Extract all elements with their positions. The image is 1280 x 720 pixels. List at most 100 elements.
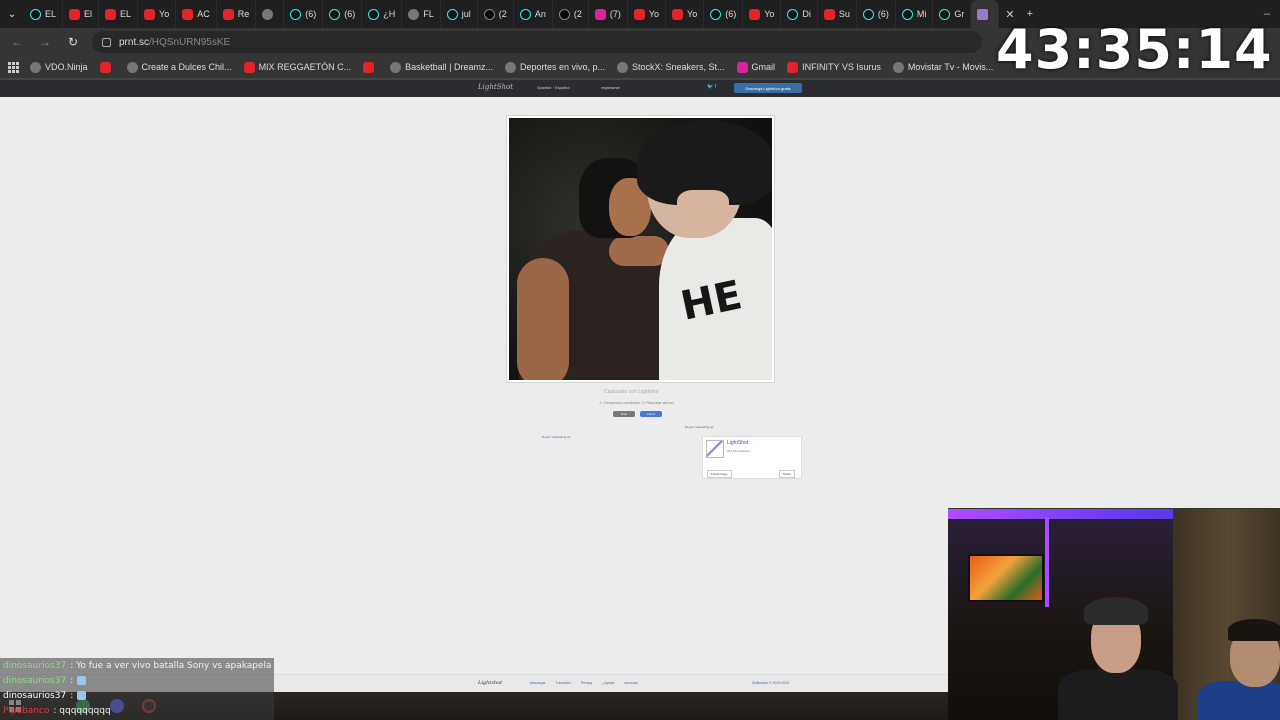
bookmark-item[interactable]: Deportes en vivo, p... [504, 61, 605, 73]
chat-emote-icon [77, 676, 87, 685]
photo-woman-shoulder [609, 236, 669, 266]
browser-tab[interactable]: (6) [323, 0, 363, 28]
browser-tab[interactable]: An [514, 0, 553, 28]
tab-label: El [84, 9, 93, 19]
chat-message: dinosaurios37: [0, 688, 274, 703]
youtube-icon [99, 61, 111, 73]
tab-label: AC [197, 9, 210, 19]
browser-tab[interactable]: (2 [553, 0, 589, 28]
browser-tab[interactable]: ¿H [362, 0, 403, 28]
tiktok-icon [446, 8, 458, 20]
browser-tab[interactable]: Yo [628, 0, 667, 28]
tiktok-icon [862, 8, 874, 20]
bookmark-label: Basketball | Dreamz... [405, 62, 493, 72]
browser-tab[interactable]: Gr [933, 0, 972, 28]
browser-tab[interactable]: EL [24, 0, 64, 28]
bookmark-item[interactable]: StockX: Sneakers, St... [617, 61, 725, 73]
footer-link[interactable]: ¿Ayuda [602, 681, 614, 685]
tab-search-icon[interactable]: ⌄ [0, 0, 24, 28]
tiktok-icon [787, 8, 799, 20]
bookmark-item[interactable]: Movistar Tv - Movis... [892, 61, 993, 73]
browser-tab[interactable] [256, 0, 285, 28]
chat-text: : qqqqqqqqq [53, 705, 111, 716]
youtube-icon [633, 8, 645, 20]
apps-icon[interactable] [8, 62, 19, 73]
fb-page-name[interactable]: LightShot [727, 440, 748, 446]
folder-icon [126, 61, 138, 73]
bookmark-item[interactable]: INFINITY VS Isurus [787, 61, 881, 73]
browser-tab[interactable]: Yo [743, 0, 782, 28]
language-select[interactable]: Spanish · Español [537, 85, 569, 90]
youtube-icon [222, 8, 234, 20]
tiktok-icon [30, 8, 41, 20]
report-links[interactable]: ⚠ Denunciar contenido ⚠ Reportar abuso [599, 400, 674, 405]
vdo-icon [30, 61, 41, 73]
browser-tab[interactable]: (6) [284, 0, 324, 28]
footer-link[interactable]: Tutoriales [556, 681, 571, 685]
tab-label: Re [237, 9, 250, 19]
stockx-icon [617, 61, 628, 73]
tiktok-icon [329, 8, 341, 20]
login-link[interactable]: registrarse [601, 85, 620, 90]
report-ad-link[interactable]: Report misleading ad [685, 425, 713, 429]
chat-text: : Yo fue a ver vivo batalla Sony vs apak… [70, 660, 274, 671]
browser-tab[interactable]: AC [176, 0, 217, 28]
footer-link[interactable]: Privacy [581, 681, 592, 685]
social-icons[interactable]: 🐦 f [707, 84, 716, 90]
browser-tab[interactable]: Di [781, 0, 818, 28]
browser-tab[interactable]: Mi [896, 0, 934, 28]
youtube-icon [105, 8, 117, 20]
share-button[interactable]: Share [779, 470, 796, 478]
bookmark-item[interactable] [363, 61, 378, 73]
bookmark-label: Deportes en vivo, p... [519, 62, 605, 72]
report-ad-link-2[interactable]: Report misleading ad [542, 435, 570, 439]
browser-tab[interactable]: FL [402, 0, 441, 28]
like-button[interactable]: Like 0 [640, 411, 662, 417]
browser-tab[interactable]: (6) [704, 0, 744, 28]
back-icon[interactable]: ← [8, 35, 26, 49]
browser-tab[interactable]: EL [99, 0, 139, 28]
bookmark-item[interactable]: Create a Dulces Chil... [126, 61, 232, 73]
browser-tab[interactable]: El [63, 0, 100, 28]
chat-emote-icon [77, 691, 87, 700]
bookmark-item[interactable] [99, 61, 115, 73]
browser-tab[interactable]: jul [441, 0, 478, 28]
gmail-icon [736, 61, 748, 73]
footer-link[interactable]: descargar [530, 681, 546, 685]
x-icon [558, 8, 570, 20]
background-tv [968, 554, 1044, 602]
bookmark-item[interactable]: MIX REGGAETÓN C... [243, 61, 351, 73]
site-info-icon[interactable] [102, 37, 111, 47]
url-text: prnt.sc/HQSnURN95sKE [119, 37, 230, 48]
bookmark-item[interactable]: VDO.Ninja [30, 61, 88, 73]
screenshot-image[interactable]: HE [509, 118, 772, 380]
follow-page-button[interactable]: Follow Page [707, 470, 732, 478]
lightshot-avatar[interactable] [706, 440, 724, 458]
webcam-overlay [948, 508, 1280, 720]
tab-label: (6) [344, 9, 356, 19]
forward-icon[interactable]: → [36, 35, 54, 49]
guest-hair [1228, 619, 1280, 641]
footer-logo[interactable]: Lightshot [478, 680, 502, 686]
youtube-icon [672, 8, 684, 20]
lightshot-logo[interactable]: LightShot [478, 83, 513, 91]
browser-tab[interactable]: Yo [138, 0, 177, 28]
bookmark-item[interactable]: Basketball | Dreamz... [390, 61, 493, 73]
tab-label: Yo [687, 9, 698, 19]
reload-icon[interactable]: ↻ [64, 35, 82, 49]
browser-tab[interactable]: Su [818, 0, 857, 28]
download-lightshot-button[interactable]: Descarga Lightshot gratis [734, 83, 802, 93]
browser-tab[interactable]: (6) [857, 0, 896, 28]
bookmarks-bar: VDO.Ninja Create a Dulces Chil... MIX REGG… [0, 56, 1000, 78]
browser-tab[interactable]: (2 [478, 0, 514, 28]
tweet-button[interactable]: Post [613, 411, 635, 417]
browser-tab[interactable]: Yo [666, 0, 705, 28]
footer-link[interactable]: anunciar [624, 681, 637, 685]
lightshot-header: LightShot Spanish · Español registrarse … [0, 80, 1280, 97]
browser-tab[interactable]: Re [217, 0, 257, 28]
footer-copyright[interactable]: Skillbrains © 2009-2022 [752, 681, 789, 685]
address-bar[interactable]: prnt.sc/HQSnURN95sKE [92, 31, 982, 53]
bookmark-item[interactable]: Gmail [736, 61, 775, 73]
browser-tab[interactable]: (7) [589, 0, 628, 28]
youtube-icon [243, 61, 255, 73]
